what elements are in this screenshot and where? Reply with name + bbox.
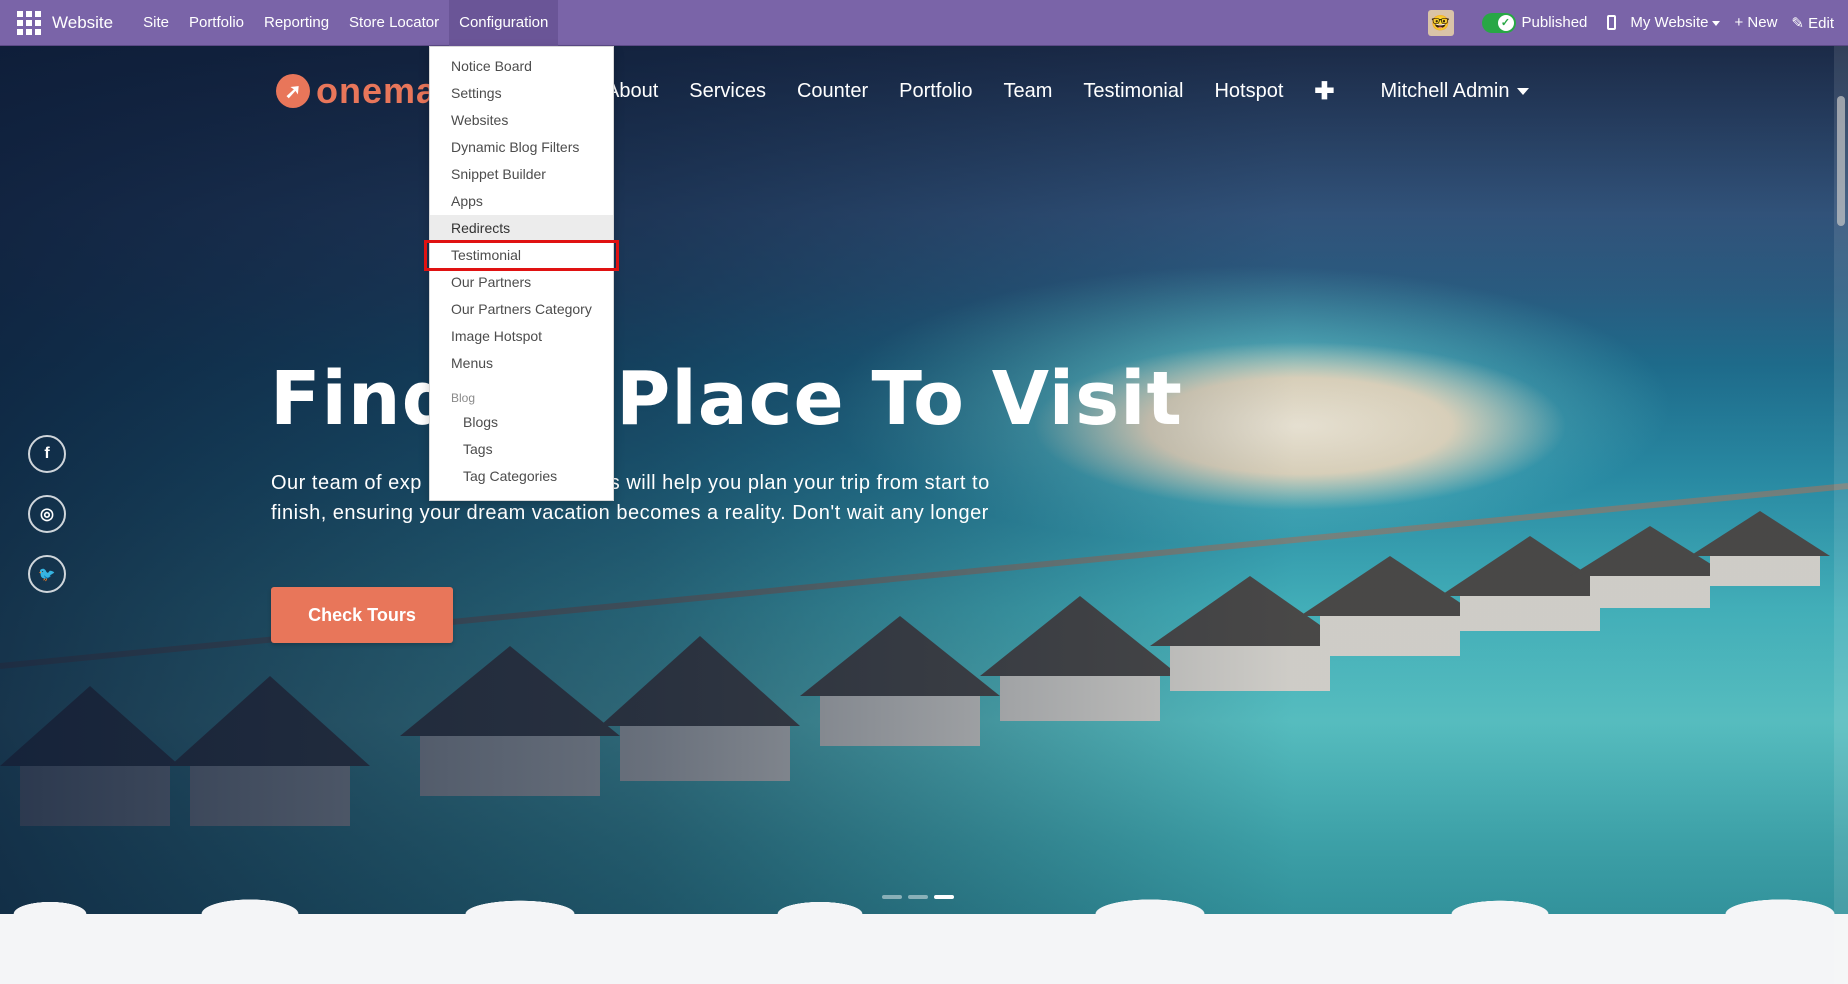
menu-item-tag-categories[interactable]: Tag Categories	[430, 463, 613, 490]
site-nav-services[interactable]: Services	[689, 80, 766, 103]
top-nav-site[interactable]: Site	[133, 0, 179, 46]
menu-item-settings[interactable]: Settings	[430, 80, 613, 107]
twitter-icon[interactable]: 🐦	[28, 555, 66, 593]
page-scrollbar[interactable]	[1834, 46, 1848, 984]
menu-item-our-partners-category[interactable]: Our Partners Category	[430, 296, 613, 323]
site-nav-counter[interactable]: Counter	[797, 80, 868, 103]
published-label: Published	[1521, 14, 1588, 31]
website-selector[interactable]: My Website	[1630, 14, 1721, 31]
menu-item-redirects[interactable]: Redirects	[430, 215, 613, 242]
instagram-icon[interactable]: ◎	[28, 495, 66, 533]
add-page-icon[interactable]: ✚	[1314, 77, 1334, 106]
carousel-dot[interactable]	[908, 895, 928, 899]
top-bar-right: 🤓 Published My Website + New ✎ Edit	[1427, 0, 1848, 46]
top-nav-portfolio[interactable]: Portfolio	[179, 0, 254, 46]
menu-item-apps[interactable]: Apps	[430, 188, 613, 215]
mobile-preview-icon[interactable]	[1607, 15, 1617, 30]
menu-item-blogs[interactable]: Blogs	[430, 409, 613, 436]
top-nav-store-locator[interactable]: Store Locator	[339, 0, 449, 46]
menu-item-dynamic-blog-filters[interactable]: Dynamic Blog Filters	[430, 134, 613, 161]
site-nav-portfolio[interactable]: Portfolio	[899, 80, 972, 103]
menu-section-blog: Blog	[451, 391, 476, 405]
top-nav-reporting[interactable]: Reporting	[254, 0, 339, 46]
menu-item-snippet-builder[interactable]: Snippet Builder	[430, 161, 613, 188]
menu-item-tags[interactable]: Tags	[430, 436, 613, 463]
top-nav-configuration[interactable]: Configuration	[449, 0, 559, 46]
hero-description: Our team of exp perts will help you plan…	[271, 472, 996, 524]
carousel-dot-active[interactable]	[934, 895, 954, 899]
top-nav: Site Portfolio Reporting Store Locator C…	[133, 0, 559, 46]
menu-item-notice-board[interactable]: Notice Board	[430, 53, 613, 80]
new-button[interactable]: + New	[1734, 14, 1777, 31]
menu-item-our-partners[interactable]: Our Partners	[430, 269, 613, 296]
logo-arrow-icon: ➚	[276, 74, 310, 108]
site-nav-testimonial[interactable]: Testimonial	[1083, 80, 1183, 103]
configuration-dropdown: Notice Board Settings Websites Dynamic B…	[424, 46, 619, 501]
odoo-top-bar: Website Site Portfolio Reporting Store L…	[0, 0, 1848, 46]
scrollbar-thumb[interactable]	[1837, 96, 1845, 226]
check-tours-button[interactable]: Check Tours	[271, 587, 453, 643]
menu-item-menus[interactable]: Menus	[430, 350, 613, 377]
published-toggle[interactable]	[1481, 12, 1516, 33]
carousel-dot[interactable]	[882, 895, 902, 899]
carousel-indicators	[882, 895, 954, 899]
site-user-menu[interactable]: Mitchell Admin	[1381, 80, 1530, 103]
hero-title: Find Place To Visit	[270, 356, 1183, 442]
bottom-cloud-divider	[0, 884, 1848, 984]
hero-banner: ➚ onema About Services Counter Portfolio…	[0, 46, 1848, 984]
user-avatar[interactable]: 🤓	[1427, 9, 1454, 36]
edit-button[interactable]: ✎ Edit	[1791, 14, 1834, 32]
menu-item-testimonial[interactable]: Testimonial	[424, 240, 619, 271]
app-name[interactable]: Website	[52, 13, 113, 33]
site-nav-hotspot[interactable]: Hotspot	[1214, 80, 1283, 103]
menu-item-websites[interactable]: Websites	[430, 107, 613, 134]
apps-menu-icon[interactable]	[16, 10, 42, 36]
facebook-icon[interactable]: f	[28, 435, 66, 473]
menu-item-image-hotspot[interactable]: Image Hotspot	[430, 323, 613, 350]
site-nav-team[interactable]: Team	[1004, 80, 1053, 103]
